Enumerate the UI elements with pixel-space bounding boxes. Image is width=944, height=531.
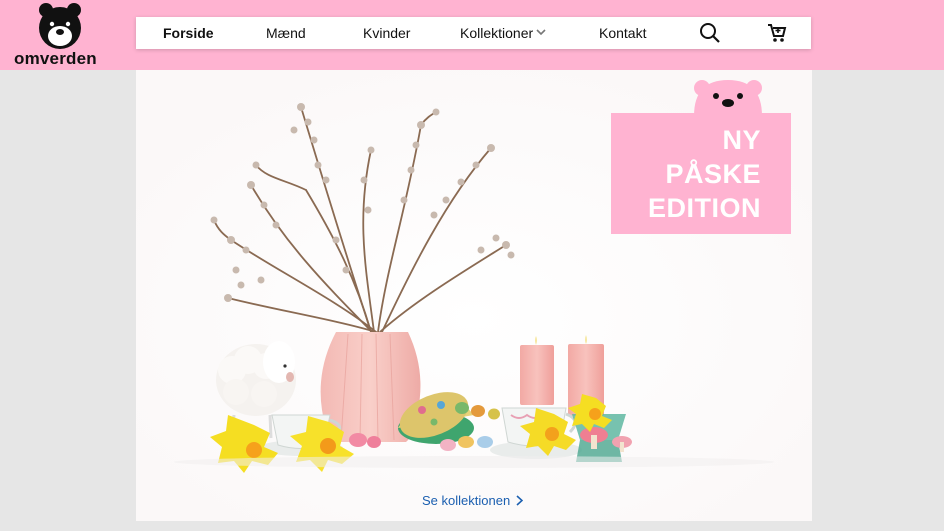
main-nav: Forside Mænd Kvinder Kollektioner Kontak… <box>136 17 811 49</box>
new-edition-badge: NY PÅSKE EDITION <box>611 113 791 234</box>
search-icon[interactable] <box>699 22 721 44</box>
nav-item-kollektioner[interactable]: Kollektioner <box>460 17 546 49</box>
nav-item-kvinder[interactable]: Kvinder <box>363 17 410 49</box>
see-collection-link[interactable]: Se kollektionen <box>422 493 524 508</box>
badge-line-2: PÅSKE <box>665 159 761 189</box>
badge-line-3: EDITION <box>647 193 761 223</box>
cart-icon[interactable] <box>766 22 788 44</box>
chevron-right-icon <box>516 495 524 506</box>
chevron-down-icon <box>536 29 546 36</box>
see-collection-label: Se kollektionen <box>422 493 511 508</box>
logo-text: omverden <box>14 49 97 68</box>
logo[interactable]: omverden <box>8 2 108 68</box>
bear-head-icon <box>694 80 762 116</box>
bear-logo-icon <box>39 3 81 49</box>
hero-section: NY PÅSKE EDITION Se kollektionen <box>136 70 812 521</box>
badge-line-1: NY <box>722 125 761 155</box>
nav-item-kollektioner-label: Kollektioner <box>460 25 534 41</box>
nav-item-forside[interactable]: Forside <box>163 17 214 49</box>
nav-item-maend[interactable]: Mænd <box>266 17 306 49</box>
nav-item-kontakt[interactable]: Kontakt <box>599 17 646 49</box>
